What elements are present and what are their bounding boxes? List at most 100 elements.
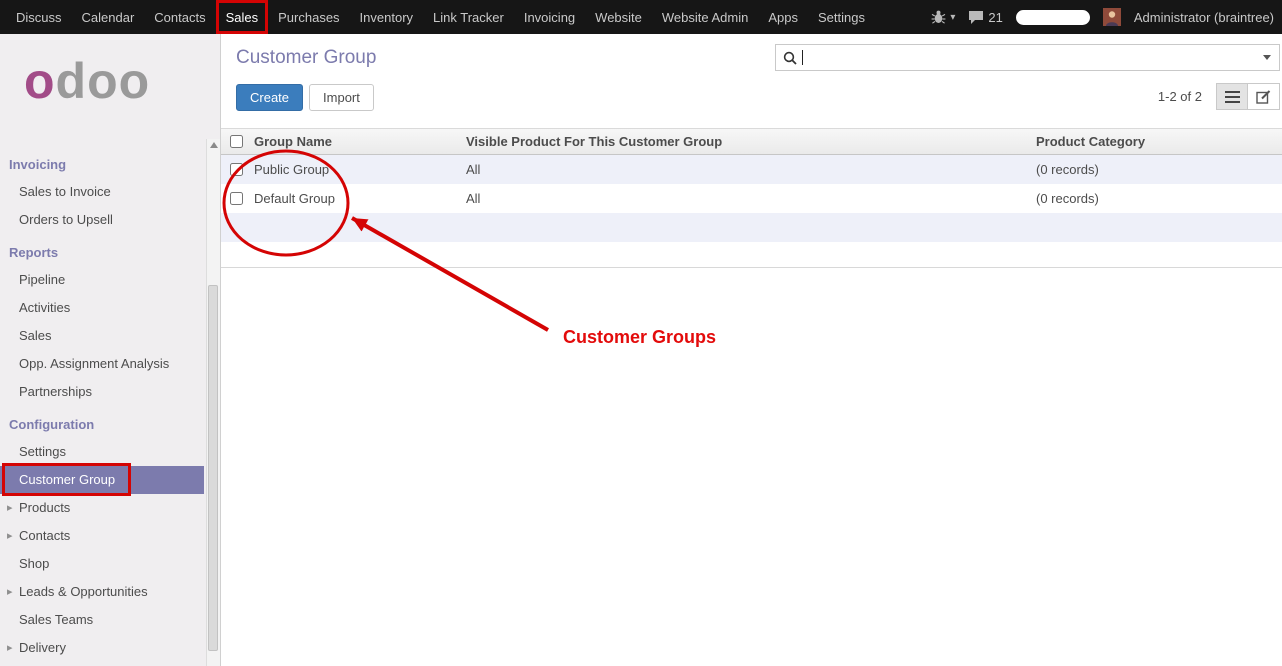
debug-menu[interactable]: ▾ xyxy=(931,10,955,24)
sidebar-item-contacts[interactable]: ▸Contacts xyxy=(0,522,204,550)
logo-letters: doo xyxy=(56,53,151,109)
cell-group-name: Default Group xyxy=(251,191,466,206)
topbar-menu-contacts[interactable]: Contacts xyxy=(144,0,215,34)
row-checkbox[interactable] xyxy=(230,163,243,176)
scrollbar-thumb[interactable] xyxy=(208,285,218,651)
sidebar-section-title: Configuration xyxy=(0,412,220,438)
sidebar-item-label: Opp. Assignment Analysis xyxy=(19,356,169,371)
expand-arrow-icon: ▸ xyxy=(7,522,13,550)
topbar-menu-apps[interactable]: Apps xyxy=(758,0,808,34)
sidebar-item-sales[interactable]: Sales xyxy=(0,322,204,350)
table-row[interactable]: Public Group All (0 records) xyxy=(221,155,1282,184)
sidebar-item-label: Sales xyxy=(19,328,52,343)
cell-visible-product: All xyxy=(466,191,1036,206)
sidebar-item-leads-opportunities[interactable]: ▸ Leads & Opportunities xyxy=(0,578,204,606)
sidebar-item-label: Shop xyxy=(19,556,49,571)
column-header-group-name[interactable]: Group Name xyxy=(251,134,466,149)
topbar-menu-sales[interactable]: Sales xyxy=(216,0,269,34)
sidebar-item-sales-teams[interactable]: Sales Teams xyxy=(0,606,204,634)
list-view-icon xyxy=(1225,91,1240,103)
sidebar-section-configuration: Configuration Settings Customer Group ▸P… xyxy=(0,412,220,662)
table-row-empty xyxy=(221,242,1282,268)
create-button[interactable]: Create xyxy=(236,84,303,111)
topbar-menu-calendar[interactable]: Calendar xyxy=(72,0,145,34)
sidebar-item-label: Leads & Opportunities xyxy=(19,584,148,599)
topbar-menu-invoicing[interactable]: Invoicing xyxy=(514,0,585,34)
topbar-menu-purchases[interactable]: Purchases xyxy=(268,0,349,34)
search-icon xyxy=(783,51,797,65)
topbar-menu-link-tracker[interactable]: Link Tracker xyxy=(423,0,514,34)
topbar-menu-website[interactable]: Website xyxy=(585,0,652,34)
sidebar-item-sales-to-invoice[interactable]: Sales to Invoice xyxy=(0,178,204,206)
sidebar: odoo Invoicing Sales to Invoice Orders t… xyxy=(0,34,221,666)
sidebar-scrollbar[interactable] xyxy=(206,139,220,666)
cell-product-category: (0 records) xyxy=(1036,162,1282,177)
column-header-visible-product[interactable]: Visible Product For This Customer Group xyxy=(466,134,1036,149)
cell-visible-product: All xyxy=(466,162,1036,177)
sidebar-item-activities[interactable]: Activities xyxy=(0,294,204,322)
control-panel: Customer Group Create Import 1-2 of 2 xyxy=(221,34,1282,128)
status-pill xyxy=(1016,10,1090,25)
customer-group-table: Group Name Visible Product For This Cust… xyxy=(221,128,1282,268)
row-checkbox[interactable] xyxy=(230,192,243,205)
sidebar-item-settings[interactable]: Settings xyxy=(0,438,204,466)
sidebar-item-delivery[interactable]: ▸ Delivery xyxy=(0,634,204,662)
sidebar-section-title: Invoicing xyxy=(0,152,220,178)
sidebar-item-label: Sales Teams xyxy=(19,612,93,627)
scroll-up-arrow-icon[interactable] xyxy=(210,142,218,148)
sidebar-item-label: Pipeline xyxy=(19,272,65,287)
topbar-menu-discuss[interactable]: Discuss xyxy=(6,0,72,34)
form-view-icon xyxy=(1256,90,1271,104)
form-view-button[interactable] xyxy=(1248,83,1280,110)
sidebar-item-pipeline[interactable]: Pipeline xyxy=(0,266,204,294)
table-row[interactable]: Default Group All (0 records) xyxy=(221,184,1282,213)
message-count: 21 xyxy=(988,10,1002,25)
sidebar-item-label: Activities xyxy=(19,300,70,315)
cell-group-name: Public Group xyxy=(251,162,466,177)
column-header-product-category[interactable]: Product Category xyxy=(1036,134,1282,149)
messages-indicator[interactable]: 21 xyxy=(968,10,1002,25)
sidebar-section-title: Reports xyxy=(0,240,220,266)
topbar: Discuss Calendar Contacts Sales Purchase… xyxy=(0,0,1282,34)
sidebar-item-opp-assignment-analysis[interactable]: Opp. Assignment Analysis xyxy=(0,350,204,378)
sidebar-item-label: Settings xyxy=(19,444,66,459)
sidebar-item-label: Products xyxy=(19,500,70,515)
expand-arrow-icon: ▸ xyxy=(7,578,13,606)
topbar-right: ▾ 21 Administrator (braintree) xyxy=(931,8,1282,26)
action-buttons: Create Import xyxy=(236,84,374,111)
chevron-down-icon: ▾ xyxy=(950,12,955,23)
page-title: Customer Group xyxy=(236,47,376,69)
topbar-menu-website-admin[interactable]: Website Admin xyxy=(652,0,758,34)
sidebar-section-invoicing: Invoicing Sales to Invoice Orders to Ups… xyxy=(0,152,220,234)
list-view-button[interactable] xyxy=(1216,83,1248,110)
sidebar-item-partnerships[interactable]: Partnerships xyxy=(0,378,204,406)
sidebar-item-label: Orders to Upsell xyxy=(19,212,113,227)
sidebar-item-shop[interactable]: Shop xyxy=(0,550,204,578)
topbar-menu-inventory[interactable]: Inventory xyxy=(350,0,423,34)
import-button[interactable]: Import xyxy=(309,84,374,111)
sidebar-section-reports: Reports Pipeline Activities Sales Opp. A… xyxy=(0,240,220,406)
topbar-menus: Discuss Calendar Contacts Sales Purchase… xyxy=(0,0,875,34)
topbar-menu-settings[interactable]: Settings xyxy=(808,0,875,34)
odoo-logo: odoo xyxy=(0,34,220,146)
main-content: Customer Group Create Import 1-2 of 2 xyxy=(221,34,1282,666)
chat-icon xyxy=(968,10,984,25)
user-avatar[interactable] xyxy=(1103,8,1121,26)
search-input[interactable] xyxy=(803,45,1263,70)
sidebar-item-products[interactable]: ▸Products xyxy=(0,494,204,522)
sidebar-item-label: Sales to Invoice xyxy=(19,184,111,199)
expand-arrow-icon: ▸ xyxy=(7,634,13,662)
view-switcher xyxy=(1216,83,1280,110)
sidebar-item-label: Customer Group xyxy=(19,472,115,487)
table-row-empty xyxy=(221,213,1282,242)
odoo-app-window: Discuss Calendar Contacts Sales Purchase… xyxy=(0,0,1282,666)
select-all-checkbox[interactable] xyxy=(230,135,243,148)
search-bar xyxy=(775,44,1280,71)
sidebar-item-customer-group[interactable]: Customer Group xyxy=(0,466,204,494)
sidebar-item-label: Delivery xyxy=(19,640,66,655)
bug-icon xyxy=(931,10,946,24)
sidebar-item-orders-to-upsell[interactable]: Orders to Upsell xyxy=(0,206,204,234)
logo-letter: o xyxy=(24,53,56,109)
search-dropdown-caret-icon[interactable] xyxy=(1263,55,1271,60)
user-menu[interactable]: Administrator (braintree) xyxy=(1134,10,1274,25)
